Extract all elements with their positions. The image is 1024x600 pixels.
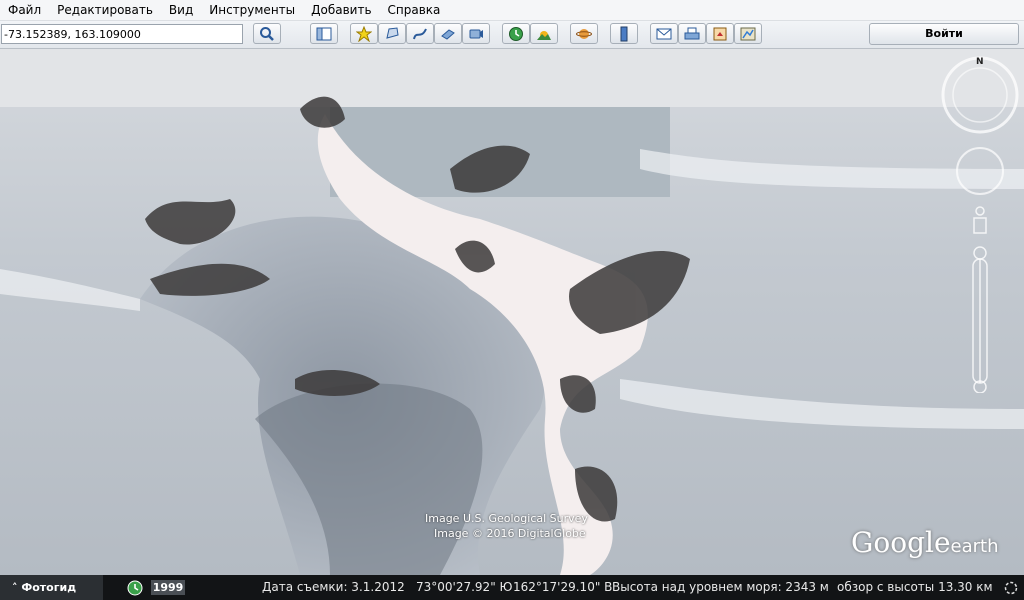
- print-button[interactable]: [678, 23, 706, 44]
- save-image-button[interactable]: [706, 23, 734, 44]
- search-input[interactable]: [1, 24, 243, 44]
- historical-imagery-clock-icon[interactable]: [127, 580, 143, 596]
- toolbar: Войти: [0, 21, 1024, 49]
- ruler-icon: [620, 26, 628, 41]
- print-icon: [684, 27, 700, 39]
- menu-view[interactable]: Вид: [161, 0, 201, 20]
- menu-help[interactable]: Справка: [380, 0, 449, 20]
- menu-tools[interactable]: Инструменты: [201, 0, 303, 20]
- historical-imagery-button[interactable]: [502, 23, 530, 44]
- planets-button[interactable]: [570, 23, 598, 44]
- email-button[interactable]: [650, 23, 678, 44]
- planets-icon: [576, 28, 592, 39]
- overlay-icon: [441, 28, 455, 40]
- look-joystick[interactable]: [956, 147, 1004, 195]
- menu-bar: Файл Редактировать Вид Инструменты Добав…: [0, 0, 1024, 21]
- map-view[interactable]: Image U.S. Geological Survey Image © 201…: [0, 49, 1024, 575]
- search-button[interactable]: [253, 23, 281, 44]
- compass-north-label: N: [976, 57, 984, 67]
- search-icon: [260, 26, 274, 41]
- add-overlay-button[interactable]: [434, 23, 462, 44]
- elevation-readout: Высота над уровнем моря: 2343 м: [612, 580, 829, 594]
- add-path-button[interactable]: [406, 23, 434, 44]
- sunlight-button[interactable]: [530, 23, 558, 44]
- placemark-icon: [356, 25, 372, 42]
- email-icon: [656, 28, 672, 39]
- logo-earth-text: earth: [950, 536, 999, 557]
- street-view-pegman-icon[interactable]: [973, 206, 987, 234]
- sidebar-toggle-button[interactable]: [310, 23, 338, 44]
- add-placemark-button[interactable]: [350, 23, 378, 44]
- photo-tab-label: Фотогид: [21, 581, 77, 594]
- satellite-imagery: [0, 49, 1024, 575]
- sunlight-icon: [537, 30, 551, 40]
- polygon-icon: [386, 26, 399, 39]
- eye-altitude-readout: обзор с высоты 13.30 км: [837, 580, 993, 594]
- historical-year-badge[interactable]: 1999: [151, 580, 185, 595]
- longitude-readout: 162°17'29.10" В: [513, 580, 613, 594]
- imagery-credit-digitalglobe: Image © 2016 DigitalGlobe: [434, 527, 586, 540]
- add-polygon-button[interactable]: [378, 23, 406, 44]
- menu-edit[interactable]: Редактировать: [49, 0, 161, 20]
- status-bar: ˄ Фотогид 1999 Дата съемки: 3.1.2012 73°…: [0, 575, 1024, 600]
- tour-icon: [469, 29, 483, 38]
- imagery-credit-usgs: Image U.S. Geological Survey: [425, 512, 588, 525]
- imagery-date: Дата съемки: 3.1.2012: [262, 580, 405, 594]
- logo-google-text: Google: [851, 526, 951, 559]
- login-button[interactable]: Войти: [869, 23, 1019, 45]
- historical-imagery-icon: [509, 26, 523, 41]
- record-tour-button[interactable]: [462, 23, 490, 44]
- maps-icon: [740, 27, 756, 40]
- zoom-slider[interactable]: [972, 246, 988, 393]
- photo-tour-tab[interactable]: ˄ Фотогид: [0, 575, 103, 600]
- chevron-up-icon: ˄: [12, 581, 18, 594]
- path-icon: [413, 28, 427, 39]
- menu-add[interactable]: Добавить: [303, 0, 379, 20]
- google-earth-logo: Googleearth: [851, 526, 999, 559]
- view-in-maps-button[interactable]: [734, 23, 762, 44]
- streaming-indicator-icon: [1004, 581, 1018, 595]
- compass-ring[interactable]: [941, 56, 1019, 134]
- ruler-button[interactable]: [610, 23, 638, 44]
- save-image-icon: [713, 27, 727, 40]
- menu-file[interactable]: Файл: [0, 0, 49, 20]
- sidebar-icon: [316, 27, 332, 40]
- latitude-readout: 73°00'27.92" Ю: [416, 580, 513, 594]
- navigation-controls: N: [941, 56, 1019, 393]
